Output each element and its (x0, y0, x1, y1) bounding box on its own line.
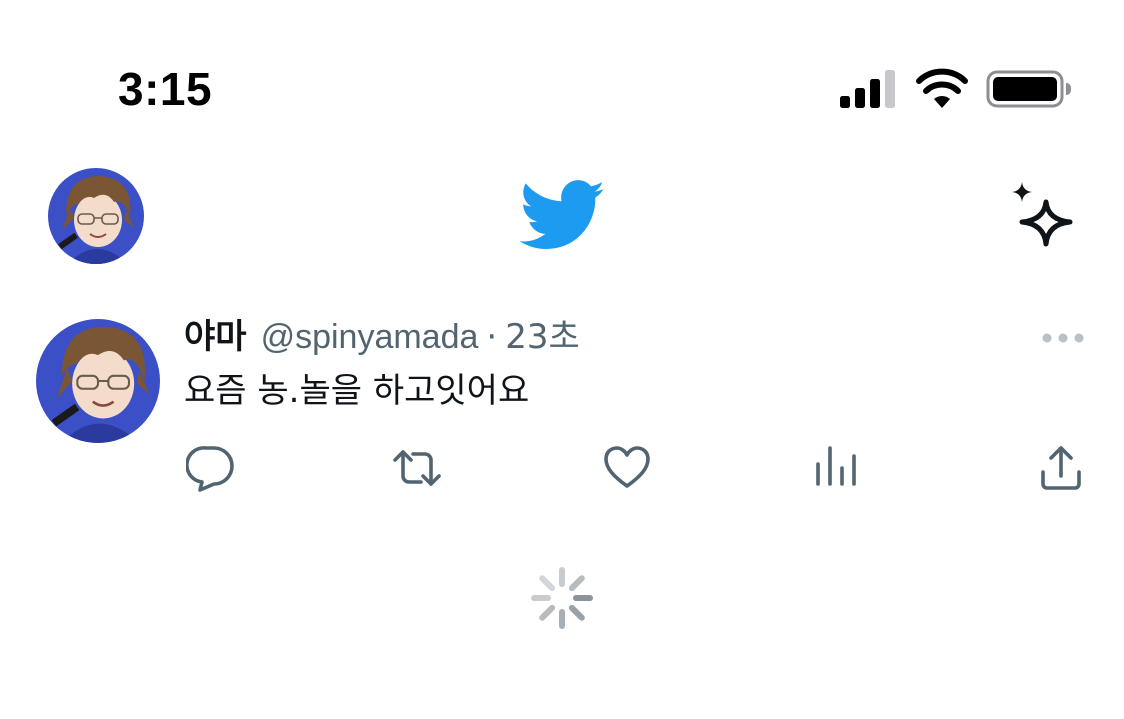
separator-dot: · (486, 317, 498, 357)
status-time: 3:15 (118, 63, 213, 115)
loading-spinner-icon (531, 567, 593, 629)
tweet-header: 야마 @spinyamada · 23초 (184, 316, 580, 358)
user-handle[interactable]: @spinyamada (261, 318, 479, 356)
tweet-author-avatar[interactable] (36, 319, 160, 443)
avatar[interactable] (48, 168, 144, 264)
display-name[interactable]: 야마 (184, 317, 247, 357)
wifi-icon (916, 68, 968, 108)
sparkle-icon[interactable] (1008, 180, 1076, 248)
heart-icon[interactable] (603, 444, 651, 492)
more-horizontal-icon[interactable] (1040, 328, 1086, 348)
analytics-icon[interactable] (812, 444, 860, 492)
tweet-text: 요즘 농.놀을 하고잇어요 (184, 371, 530, 411)
tweet-timestamp[interactable]: 23초 (505, 317, 580, 357)
battery-icon (986, 70, 1071, 108)
cellular-signal-icon (840, 70, 895, 108)
share-icon[interactable] (1037, 444, 1085, 492)
twitter-bird-icon[interactable] (520, 180, 606, 252)
retweet-icon[interactable] (393, 444, 441, 492)
reply-icon[interactable] (186, 444, 234, 492)
